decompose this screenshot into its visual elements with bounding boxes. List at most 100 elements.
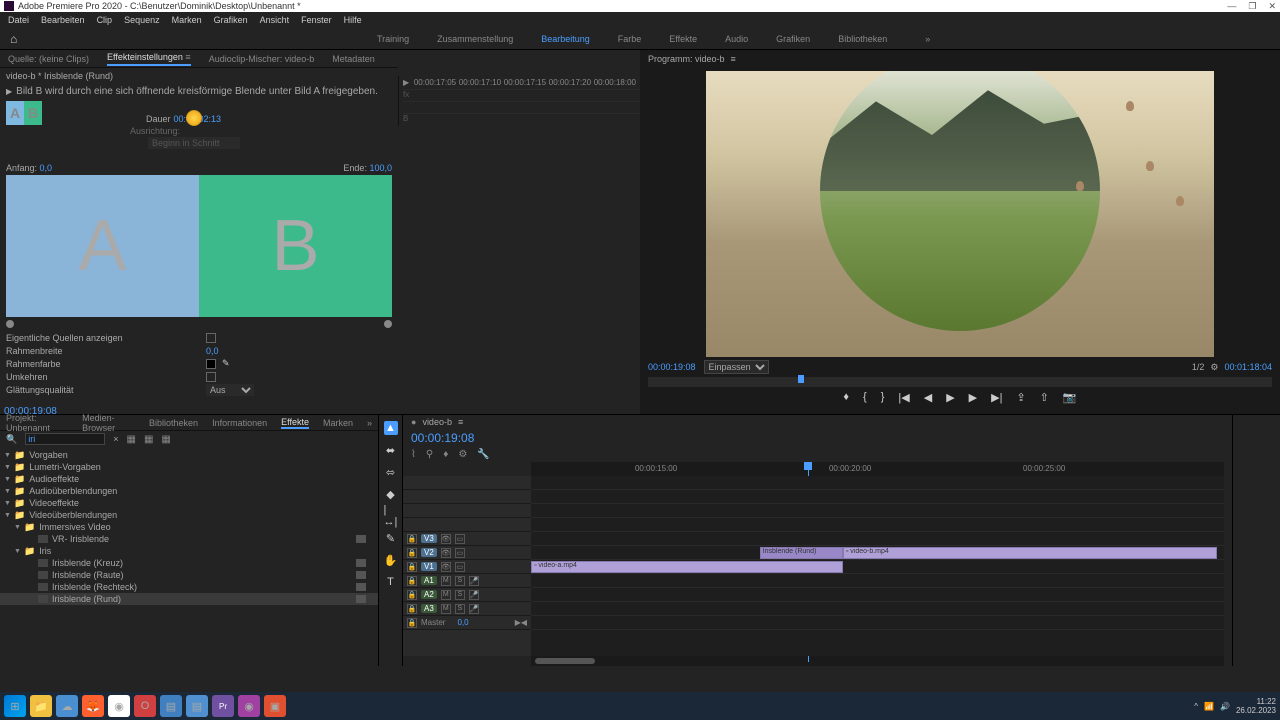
- tree-item[interactable]: Irisblende (Raute): [0, 569, 378, 581]
- app-icon-6[interactable]: ▣: [264, 695, 286, 717]
- tree-item[interactable]: Irisblende (Rechteck): [0, 581, 378, 593]
- menu-clip[interactable]: Clip: [97, 15, 113, 25]
- firefox-icon[interactable]: 🦊: [82, 695, 104, 717]
- lift-button[interactable]: ⇪: [1016, 391, 1025, 404]
- type-tool[interactable]: T: [384, 575, 398, 589]
- mark-in-button[interactable]: {: [863, 391, 867, 404]
- ripple-edit-tool[interactable]: ⬄: [384, 465, 398, 479]
- close-button[interactable]: ✕: [1268, 1, 1276, 12]
- mark-out-button[interactable]: }: [881, 391, 885, 404]
- start-button[interactable]: ⊞: [4, 695, 26, 717]
- export-frame-button[interactable]: 📷: [1063, 391, 1077, 404]
- workspace-overflow[interactable]: »: [925, 34, 930, 44]
- menu-fenster[interactable]: Fenster: [301, 15, 332, 25]
- invert-checkbox[interactable]: [206, 372, 216, 382]
- app-icon-2[interactable]: O: [134, 695, 156, 717]
- effect-timecode[interactable]: 00:00:19:08: [4, 406, 57, 417]
- video-track-V1[interactable]: 🔒V1👁▭: [403, 560, 531, 574]
- wrench-button[interactable]: 🔧: [477, 449, 489, 460]
- timeline-timecode[interactable]: 00:00:19:08: [403, 429, 1232, 447]
- tree-item[interactable]: ▼📁Videoeffekte: [0, 497, 378, 509]
- timeline-scrollbar[interactable]: [531, 656, 1224, 666]
- step-forward-button[interactable]: ▶: [969, 391, 977, 404]
- settings-icon[interactable]: ⚙: [1210, 362, 1218, 373]
- video-track-V3[interactable]: 🔒V3👁▭: [403, 532, 531, 546]
- audio-track-A1[interactable]: 🔒A1MS🎤: [403, 574, 531, 588]
- workspace-grafiken[interactable]: Grafiken: [776, 34, 810, 44]
- show-sources-checkbox[interactable]: [206, 333, 216, 343]
- chrome-icon[interactable]: ◉: [108, 695, 130, 717]
- selection-tool[interactable]: ▲: [384, 421, 398, 435]
- hand-tool[interactable]: ✋: [384, 553, 398, 567]
- tree-item[interactable]: ▼📁Videoüberblendungen: [0, 509, 378, 521]
- goto-out-button[interactable]: ▶|: [991, 391, 1002, 404]
- tree-item[interactable]: ▼📁Iris: [0, 545, 378, 557]
- goto-in-button[interactable]: |◀: [898, 391, 909, 404]
- tray-time[interactable]: 11:22: [1236, 697, 1276, 706]
- program-menu-icon[interactable]: ≡: [731, 54, 736, 64]
- workspace-training[interactable]: Training: [377, 34, 409, 44]
- triangle-icon[interactable]: ▶: [6, 87, 12, 96]
- workspace-farbe[interactable]: Farbe: [618, 34, 642, 44]
- extract-button[interactable]: ⇧: [1040, 391, 1049, 404]
- sequence-name[interactable]: video-b: [422, 417, 452, 427]
- timeline-ruler[interactable]: 00:00:15:0000:00:20:0000:00:25:00: [531, 462, 1224, 476]
- eyedropper-icon[interactable]: ✎: [222, 358, 230, 369]
- linked-selection-button[interactable]: ⚲: [426, 449, 433, 460]
- menu-hilfe[interactable]: Hilfe: [344, 15, 362, 25]
- tab-metadaten[interactable]: Metadaten: [332, 54, 375, 64]
- alignment-dropdown[interactable]: Beginn in Schnitt: [148, 137, 240, 149]
- tree-item[interactable]: ▼📁Vorgaben: [0, 449, 378, 461]
- duration-value[interactable]: 00:00:02:13: [174, 114, 222, 124]
- tree-item[interactable]: ▼📁Immersives Video: [0, 521, 378, 533]
- add-marker-button[interactable]: ♦: [443, 449, 448, 460]
- border-color-swatch[interactable]: [206, 359, 216, 369]
- tree-item[interactable]: ▼📁Lumetri-Vorgaben: [0, 461, 378, 473]
- tab-bibliotheken[interactable]: Bibliotheken: [149, 418, 198, 428]
- app-icon-4[interactable]: ▤: [186, 695, 208, 717]
- tab-effekte[interactable]: Effekte: [281, 417, 309, 429]
- tree-item[interactable]: Irisblende (Kreuz): [0, 557, 378, 569]
- minimize-button[interactable]: —: [1227, 1, 1236, 12]
- app-icon-5[interactable]: ◉: [238, 695, 260, 717]
- tab-effekteinstellungen[interactable]: Effekteinstellungen ≡: [107, 52, 191, 66]
- workspace-zusammenstellung[interactable]: Zusammenstellung: [437, 34, 513, 44]
- tree-item[interactable]: ▼📁Audioüberblendungen: [0, 485, 378, 497]
- menu-datei[interactable]: Datei: [8, 15, 29, 25]
- tray-chevron-icon[interactable]: ^: [1194, 702, 1198, 711]
- workspace-audio[interactable]: Audio: [725, 34, 748, 44]
- end-value[interactable]: 100,0: [369, 163, 392, 173]
- menu-marken[interactable]: Marken: [172, 15, 202, 25]
- search-input[interactable]: [25, 433, 105, 445]
- workspace-bibliotheken[interactable]: Bibliotheken: [838, 34, 887, 44]
- razor-tool[interactable]: ◆: [384, 487, 398, 501]
- explorer-icon[interactable]: 📁: [30, 695, 52, 717]
- sequence-menu-icon[interactable]: ≡: [458, 417, 463, 427]
- border-width-value[interactable]: 0,0: [206, 346, 219, 356]
- premiere-icon[interactable]: Pr: [212, 695, 234, 717]
- add-marker-button[interactable]: ♦: [843, 391, 849, 404]
- app-icon-1[interactable]: ☁: [56, 695, 78, 717]
- transition-clip[interactable]: Irisblende (Rund): [760, 547, 843, 559]
- track-select-tool[interactable]: ⬌: [384, 443, 398, 457]
- clip-video-b[interactable]: ▫ video-b.mp4: [843, 547, 1217, 559]
- video-track-V2[interactable]: 🔒V2👁▭: [403, 546, 531, 560]
- smoothing-dropdown[interactable]: Aus: [206, 384, 254, 396]
- menu-grafiken[interactable]: Grafiken: [214, 15, 248, 25]
- step-back-button[interactable]: ◀: [924, 391, 932, 404]
- zoom-level[interactable]: 1/2: [1192, 362, 1205, 372]
- clear-search-icon[interactable]: ×: [113, 434, 118, 444]
- tab-marken[interactable]: Marken: [323, 418, 353, 428]
- workspace-bearbeitung[interactable]: Bearbeitung: [541, 34, 590, 44]
- preset-icon-2[interactable]: ▦: [144, 434, 153, 445]
- tab-medienbrowser[interactable]: Medien-Browser: [82, 413, 135, 433]
- tree-item[interactable]: VR- Irisblende: [0, 533, 378, 545]
- slip-tool[interactable]: |↔|: [384, 509, 398, 523]
- tray-wifi-icon[interactable]: 📶: [1204, 702, 1214, 711]
- snap-button[interactable]: ⌇: [411, 449, 416, 460]
- tab-audioclipmischervideob[interactable]: Audioclip-Mischer: video-b: [209, 54, 315, 64]
- play-button[interactable]: ▶: [946, 391, 954, 404]
- tab-quellekeineclips[interactable]: Quelle: (keine Clips): [8, 54, 89, 64]
- pen-tool[interactable]: ✎: [384, 531, 398, 545]
- settings-button[interactable]: ⚙: [458, 449, 467, 460]
